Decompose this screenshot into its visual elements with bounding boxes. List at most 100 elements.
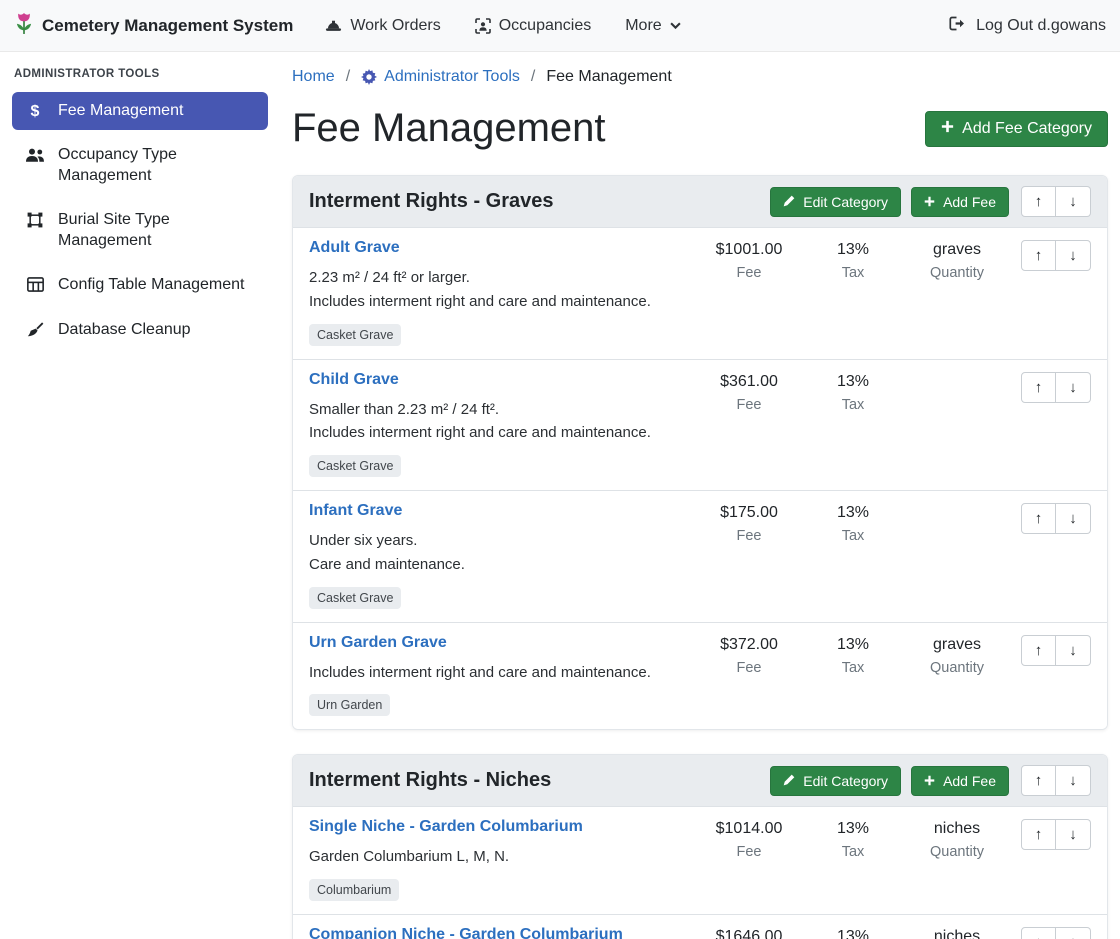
sidebar-item-config-table-management[interactable]: Config Table Management bbox=[12, 266, 268, 304]
sidebar-item-database-cleanup[interactable]: Database Cleanup bbox=[12, 311, 268, 349]
fee-quantity: graves bbox=[905, 636, 1009, 654]
move-fee-down-button[interactable]: ↓ bbox=[1056, 819, 1091, 850]
add-fee-button[interactable]: Add Fee bbox=[911, 766, 1009, 796]
nav-occupancies[interactable]: Occupancies bbox=[475, 17, 592, 35]
move-fee-up-button[interactable]: ↑ bbox=[1021, 819, 1056, 850]
logout-icon bbox=[949, 16, 967, 36]
fee-quantity-cell: niches Quantity bbox=[905, 926, 1009, 939]
fee-amount-cell: $1014.00 Fee bbox=[697, 818, 801, 860]
fee-name-link[interactable]: Urn Garden Grave bbox=[309, 634, 447, 652]
breadcrumb-current: Fee Management bbox=[546, 68, 671, 86]
add-fee-label: Add Fee bbox=[943, 194, 996, 210]
edit-category-label: Edit Category bbox=[803, 773, 888, 789]
sidebar-item-fee-management[interactable]: $ Fee Management bbox=[12, 92, 268, 130]
fee-name-link[interactable]: Child Grave bbox=[309, 371, 399, 389]
fee-name-link[interactable]: Infant Grave bbox=[309, 502, 402, 520]
fee-tax-cell: 13% Tax bbox=[801, 371, 905, 413]
fee-amount: $1001.00 bbox=[697, 241, 801, 259]
breadcrumb-admin-tools-link[interactable]: Administrator Tools bbox=[361, 68, 520, 86]
move-category-up-button[interactable]: ↑ bbox=[1021, 765, 1056, 796]
arrow-up-icon: ↑ bbox=[1035, 826, 1043, 843]
breadcrumb: Home / Administrator Tools / Fee Managem… bbox=[292, 66, 1108, 96]
fee-label: Fee bbox=[697, 397, 801, 413]
quantity-label: Quantity bbox=[905, 660, 1009, 676]
admin-sidebar: ADMINISTRATOR TOOLS $ Fee Management Occ… bbox=[0, 52, 280, 939]
app-brand[interactable]: Cemetery Management System bbox=[14, 11, 293, 41]
arrow-down-icon: ↓ bbox=[1069, 826, 1077, 843]
move-fee-up-button[interactable]: ↑ bbox=[1021, 927, 1056, 939]
tax-label: Tax bbox=[801, 397, 905, 413]
sidebar-item-label: Config Table Management bbox=[58, 275, 245, 295]
add-fee-category-label: Add Fee Category bbox=[962, 120, 1092, 138]
sidebar-item-occupancy-type-management[interactable]: Occupancy Type Management bbox=[12, 136, 268, 195]
move-category-up-button[interactable]: ↑ bbox=[1021, 186, 1056, 217]
add-fee-label: Add Fee bbox=[943, 773, 996, 789]
fee-amount: $1646.00 bbox=[697, 928, 801, 939]
fee-name-link[interactable]: Companion Niche - Garden Columbarium bbox=[309, 926, 623, 939]
logout-button[interactable]: Log Out d.gowans bbox=[949, 16, 1106, 36]
plus-icon bbox=[924, 194, 935, 210]
edit-category-button[interactable]: Edit Category bbox=[770, 187, 901, 217]
breadcrumb-separator: / bbox=[346, 68, 350, 86]
fee-description: Includes interment right and care and ma… bbox=[309, 293, 689, 312]
category-header: Interment Rights - Niches Edit Category … bbox=[293, 755, 1107, 806]
tax-label: Tax bbox=[801, 844, 905, 860]
fee-quantity-cell bbox=[905, 371, 1009, 373]
arrow-down-icon: ↓ bbox=[1069, 379, 1077, 396]
top-navbar: Cemetery Management System Work Orders bbox=[0, 0, 1120, 52]
vector-square-icon bbox=[24, 212, 46, 228]
move-fee-up-button[interactable]: ↑ bbox=[1021, 240, 1056, 271]
fee-tax-cell: 13% Tax bbox=[801, 634, 905, 676]
move-fee-down-button[interactable]: ↓ bbox=[1056, 372, 1091, 403]
nav-work-orders[interactable]: Work Orders bbox=[325, 17, 440, 35]
nav-work-orders-label: Work Orders bbox=[350, 17, 440, 35]
move-fee-down-button[interactable]: ↓ bbox=[1056, 635, 1091, 666]
fee-name-link[interactable]: Single Niche - Garden Columbarium bbox=[309, 818, 583, 836]
add-fee-button[interactable]: Add Fee bbox=[911, 187, 1009, 217]
add-fee-category-button[interactable]: Add Fee Category bbox=[925, 111, 1108, 147]
fee-tax-cell: 13% Tax bbox=[801, 502, 905, 544]
arrow-down-icon: ↓ bbox=[1069, 772, 1077, 789]
users-icon bbox=[24, 147, 46, 163]
quantity-label: Quantity bbox=[905, 265, 1009, 281]
arrow-up-icon: ↑ bbox=[1035, 193, 1043, 210]
arrow-up-icon: ↑ bbox=[1035, 510, 1043, 527]
fee-label: Fee bbox=[697, 844, 801, 860]
fee-tax: 13% bbox=[801, 636, 905, 654]
fee-row: Adult Grave 2.23 m² / 24 ft² or larger. … bbox=[293, 227, 1107, 359]
sidebar-title: ADMINISTRATOR TOOLS bbox=[14, 68, 268, 80]
tax-label: Tax bbox=[801, 660, 905, 676]
flower-logo-icon bbox=[14, 11, 34, 41]
main-content: Home / Administrator Tools / Fee Managem… bbox=[280, 52, 1120, 939]
fee-info: Child Grave Smaller than 2.23 m² / 24 ft… bbox=[309, 371, 697, 478]
nav-more-label: More bbox=[625, 17, 661, 35]
fee-description: Smaller than 2.23 m² / 24 ft². bbox=[309, 401, 689, 420]
fee-row: Single Niche - Garden Columbarium Garden… bbox=[293, 806, 1107, 914]
nav-more[interactable]: More bbox=[625, 17, 680, 35]
fee-tax-cell: 13% Tax bbox=[801, 239, 905, 281]
sidebar-item-label: Fee Management bbox=[58, 101, 183, 121]
category-title: Interment Rights - Niches bbox=[309, 769, 760, 792]
move-fee-down-button[interactable]: ↓ bbox=[1056, 927, 1091, 939]
category-title: Interment Rights - Graves bbox=[309, 190, 760, 213]
move-fee-up-button[interactable]: ↑ bbox=[1021, 503, 1056, 534]
logout-label: Log Out d.gowans bbox=[976, 17, 1106, 35]
move-fee-up-button[interactable]: ↑ bbox=[1021, 635, 1056, 666]
move-category-down-button[interactable]: ↓ bbox=[1056, 765, 1091, 796]
move-category-down-button[interactable]: ↓ bbox=[1056, 186, 1091, 217]
fee-amount-cell: $1646.00 Fee bbox=[697, 926, 801, 939]
edit-category-button[interactable]: Edit Category bbox=[770, 766, 901, 796]
fee-tax: 13% bbox=[801, 820, 905, 838]
sidebar-item-burial-site-type-management[interactable]: Burial Site Type Management bbox=[12, 201, 268, 260]
fee-type-badge: Casket Grave bbox=[309, 324, 401, 346]
fee-type-badge: Casket Grave bbox=[309, 455, 401, 477]
move-fee-down-button[interactable]: ↓ bbox=[1056, 503, 1091, 534]
breadcrumb-home-link[interactable]: Home bbox=[292, 68, 335, 86]
move-fee-up-button[interactable]: ↑ bbox=[1021, 372, 1056, 403]
broom-icon bbox=[24, 322, 46, 339]
move-fee-down-button[interactable]: ↓ bbox=[1056, 240, 1091, 271]
fee-name-link[interactable]: Adult Grave bbox=[309, 239, 400, 257]
fee-tax: 13% bbox=[801, 928, 905, 939]
page-title: Fee Management bbox=[292, 106, 606, 151]
fee-info: Infant Grave Under six years. Care and m… bbox=[309, 502, 697, 609]
